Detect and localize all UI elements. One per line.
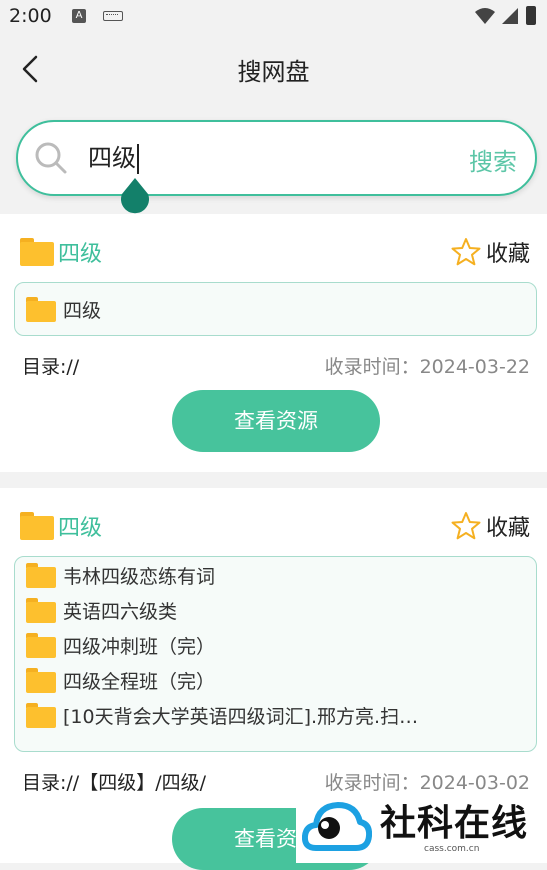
result-title-text: 四级 <box>58 516 103 541</box>
folder-icon <box>20 238 54 266</box>
status-time: 2:00 <box>9 5 52 27</box>
indexed-date: 收录时间：2024-03-02 <box>324 772 530 794</box>
text-caret <box>137 144 139 174</box>
watermark: 社科在线 cass.com.cn <box>296 792 547 863</box>
file-name: 四级全程班（完） <box>63 671 216 693</box>
battery-icon <box>526 6 536 25</box>
file-item[interactable]: [10天背会大学英语四级词汇].邢方亮.扫… <box>15 698 536 733</box>
star-icon <box>451 512 481 540</box>
result-title[interactable]: 四级 <box>20 510 102 542</box>
file-name: 四级 <box>63 300 102 322</box>
favorite-button[interactable]: 收藏 <box>451 510 530 542</box>
folder-icon <box>26 598 56 623</box>
file-list: 四级 <box>14 282 537 336</box>
favorite-label: 收藏 <box>485 242 530 267</box>
search-bar[interactable]: 四级 搜索 <box>16 120 537 196</box>
watermark-url: cass.com.cn <box>424 844 480 854</box>
file-item[interactable]: 四级全程班（完） <box>15 663 536 698</box>
view-resource-button[interactable]: 查看资源 <box>172 390 380 452</box>
directory-path: 目录:// <box>22 356 80 378</box>
result-title[interactable]: 四级 <box>20 236 102 268</box>
favorite-button[interactable]: 收藏 <box>451 236 530 268</box>
signal-icon <box>502 8 518 24</box>
file-item[interactable]: 四级冲刺班（完） <box>15 628 536 663</box>
folder-icon <box>26 633 56 658</box>
file-item[interactable]: 四级 <box>15 292 536 327</box>
keyboard-icon <box>103 11 123 21</box>
file-name: 四级冲刺班（完） <box>63 636 216 658</box>
folder-icon <box>26 297 56 322</box>
result-title-text: 四级 <box>58 242 103 267</box>
header: 搜网盘 <box>0 34 547 102</box>
indexed-date: 收录时间：2024-03-22 <box>324 356 530 378</box>
file-name: 英语四六级类 <box>63 601 178 623</box>
folder-icon <box>26 703 56 728</box>
file-name: [10天背会大学英语四级词汇].邢方亮.扫… <box>63 706 419 728</box>
wifi-icon <box>475 8 495 24</box>
status-bar: 2:00 A <box>0 0 547 34</box>
cloud-eye-logo-icon <box>302 802 372 851</box>
search-input[interactable]: 四级 <box>88 140 139 176</box>
star-icon <box>451 238 481 266</box>
watermark-text: 社科在线 <box>380 803 529 844</box>
result-card: 四级 收藏 四级 目录:// 收录时间：2024-03-22 查看资源 <box>0 214 547 472</box>
folder-icon <box>26 563 56 588</box>
search-button[interactable]: 搜索 <box>469 142 517 177</box>
file-item[interactable]: 英语四六级类 <box>15 593 536 628</box>
directory-path: 目录://【四级】/四级/ <box>22 772 207 794</box>
folder-icon <box>20 512 54 540</box>
file-list: 韦林四级恋练有词 英语四六级类 四级冲刺班（完） 四级全程班（完） [10天背会… <box>14 556 537 752</box>
search-icon <box>35 142 67 174</box>
folder-icon <box>26 668 56 693</box>
favorite-label: 收藏 <box>485 516 530 541</box>
text-cursor-handle[interactable] <box>118 178 152 214</box>
file-name: 韦林四级恋练有词 <box>63 566 216 588</box>
search-query: 四级 <box>88 144 136 172</box>
file-item[interactable]: 韦林四级恋练有词 <box>15 558 536 593</box>
page-title: 搜网盘 <box>237 58 310 86</box>
a-notification-icon: A <box>72 9 86 23</box>
